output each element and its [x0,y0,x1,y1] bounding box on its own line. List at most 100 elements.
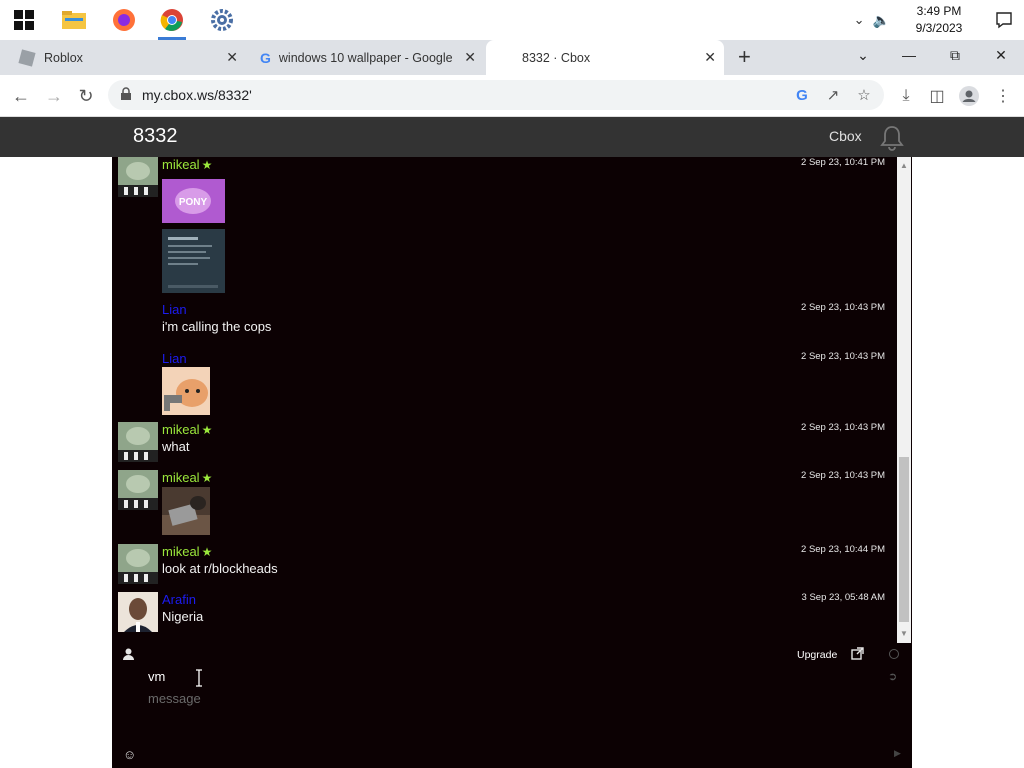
chat-message: mikeal ★ 2 Sep 23, 10:41 PM PONY [112,157,897,297]
room-title: 8332 [133,125,178,147]
restore-button[interactable]: ⧉ [932,40,978,70]
message-author[interactable]: Lian [162,302,187,317]
chevron-up-icon[interactable]: ⌄ [854,12,865,28]
google-g-icon: G [260,49,271,66]
chat-message: mikeal ★ 2 Sep 23, 10:43 PM what [112,422,897,466]
avatar[interactable] [118,544,158,584]
chat-message: mikeal ★ 2 Sep 23, 10:44 PM look at r/blo… [112,544,897,588]
sign-in-icon[interactable]: ➲ [888,670,897,683]
send-triangle-icon[interactable]: ▶ [894,748,901,759]
message-input[interactable]: message [148,691,201,706]
new-tab-button[interactable]: + [738,44,751,70]
message-author[interactable]: mikeal ★ [162,157,212,172]
message-author[interactable]: mikeal ★ [162,470,212,485]
share-icon[interactable]: ↗ [823,85,843,105]
message-timestamp: 2 Sep 23, 10:43 PM [801,351,885,362]
back-arrow-icon[interactable]: ← [8,83,34,109]
message-text: Nigeria [162,609,204,624]
close-tab-icon[interactable]: ✕ [704,49,716,66]
popout-external-link-icon[interactable] [851,647,864,665]
cbox-brand-link[interactable]: Cbox [829,128,862,144]
message-author[interactable]: Arafin [162,592,196,607]
star-icon: ★ [201,471,213,485]
avatar[interactable] [118,592,158,632]
taskbar: ⌄ 🔈 3:49 PM 9/3/2023 [0,0,1024,41]
minimize-button[interactable]: — [886,40,932,70]
chrome-icon[interactable] [158,6,186,40]
message-text: i'm calling the cops [162,319,272,334]
chat-message: Lian 2 Sep 23, 10:43 PM [112,351,897,421]
name-input[interactable]: vm [148,669,165,684]
message-author[interactable]: mikeal ★ [162,544,212,559]
bookmark-star-icon[interactable]: ☆ [854,85,874,105]
close-tab-icon[interactable]: ✕ [226,49,238,66]
image-attachment[interactable] [162,229,225,293]
menu-kebab-icon[interactable]: ⋮ [990,83,1016,109]
image-attachment[interactable] [162,367,210,415]
file-explorer-icon[interactable] [60,6,88,34]
chat-panel: mikeal ★ 2 Sep 23, 10:41 PM PONY Lian 2 S… [112,157,912,768]
status-circle-icon[interactable] [889,649,899,659]
message-author[interactable]: Lian [162,351,187,366]
roblox-tab-icon [18,48,36,67]
message-text: look at r/blockheads [162,561,278,576]
tab-label: windows 10 wallpaper - Google S [278,50,454,65]
tab-label: Roblox [44,50,83,65]
scroll-down-arrow-icon[interactable]: ▼ [900,629,908,638]
avatar[interactable] [118,157,158,197]
bell-icon[interactable] [880,125,904,156]
system-clock[interactable]: 3:49 PM 9/3/2023 [904,3,974,37]
message-timestamp: 2 Sep 23, 10:43 PM [801,470,885,481]
chat-message: Lian 2 Sep 23, 10:43 PM i'm calling the … [112,302,897,342]
url-text: my.cbox.ws/8332' [142,87,252,103]
close-tab-icon[interactable]: ✕ [464,49,476,66]
toolbar: ← → ↻ my.cbox.ws/8332' G ↗ ☆ ⤓ ◫ ⋮ [0,75,1024,117]
star-icon: ★ [201,423,213,437]
clock-time: 3:49 PM [916,4,962,18]
windows-start-icon[interactable] [10,6,38,34]
message-text: what [162,439,190,454]
address-bar[interactable]: my.cbox.ws/8332' G ↗ ☆ [108,80,884,110]
image-attachment[interactable] [162,487,210,535]
message-timestamp: 3 Sep 23, 05:48 AM [801,592,885,603]
side-panel-icon[interactable]: ◫ [924,83,950,109]
chat-message: mikeal ★ 2 Sep 23, 10:43 PM [112,470,897,540]
lock-icon [120,87,132,106]
chat-message: Arafin 3 Sep 23, 05:48 AM Nigeria [112,592,897,636]
scroll-thumb[interactable] [899,457,909,622]
message-timestamp: 2 Sep 23, 10:43 PM [801,422,885,433]
avatar[interactable] [118,470,158,510]
tab-roblox[interactable]: Roblox ✕ [8,40,246,75]
download-icon[interactable]: ⤓ [893,83,919,109]
tab-label: 8332 · Cbox [522,50,591,65]
avatar[interactable] [118,422,158,462]
tab-google-search[interactable]: G windows 10 wallpaper - Google S ✕ [248,40,484,75]
reload-icon[interactable]: ↻ [73,83,99,109]
emoji-smiley-icon[interactable]: ☺ [123,747,136,762]
message-timestamp: 2 Sep 23, 10:44 PM [801,544,885,555]
user-icon[interactable] [123,647,134,665]
clock-date: 9/3/2023 [915,21,963,35]
tab-cbox[interactable]: 8332 · Cbox ✕ [486,40,724,75]
volume-icon[interactable]: 🔈 [873,12,890,29]
star-icon: ★ [201,158,213,172]
text-cursor-icon [195,669,203,687]
settings-gear-icon[interactable] [208,6,236,34]
scroll-up-arrow-icon[interactable]: ▲ [900,161,908,170]
svg-text:PONY: PONY [179,197,208,208]
tab-search-chevron-icon[interactable]: ⌄ [840,40,886,70]
message-author[interactable]: mikeal ★ [162,422,212,437]
star-icon: ★ [201,545,213,559]
image-attachment[interactable]: PONY [162,179,225,223]
google-lens-icon[interactable]: G [792,85,812,105]
firefox-icon[interactable] [110,6,138,34]
chat-scrollbar[interactable]: ▲ ▼ [897,157,911,643]
forward-arrow-icon[interactable]: → [41,83,67,109]
notification-icon[interactable] [984,11,1024,29]
upgrade-link[interactable]: Upgrade [797,649,837,661]
message-timestamp: 2 Sep 23, 10:41 PM [801,157,885,168]
cbox-header: 8332 Cbox [0,117,1024,157]
profile-avatar-icon[interactable] [956,83,982,109]
message-timestamp: 2 Sep 23, 10:43 PM [801,302,885,313]
close-window-button[interactable]: ✕ [978,40,1024,70]
